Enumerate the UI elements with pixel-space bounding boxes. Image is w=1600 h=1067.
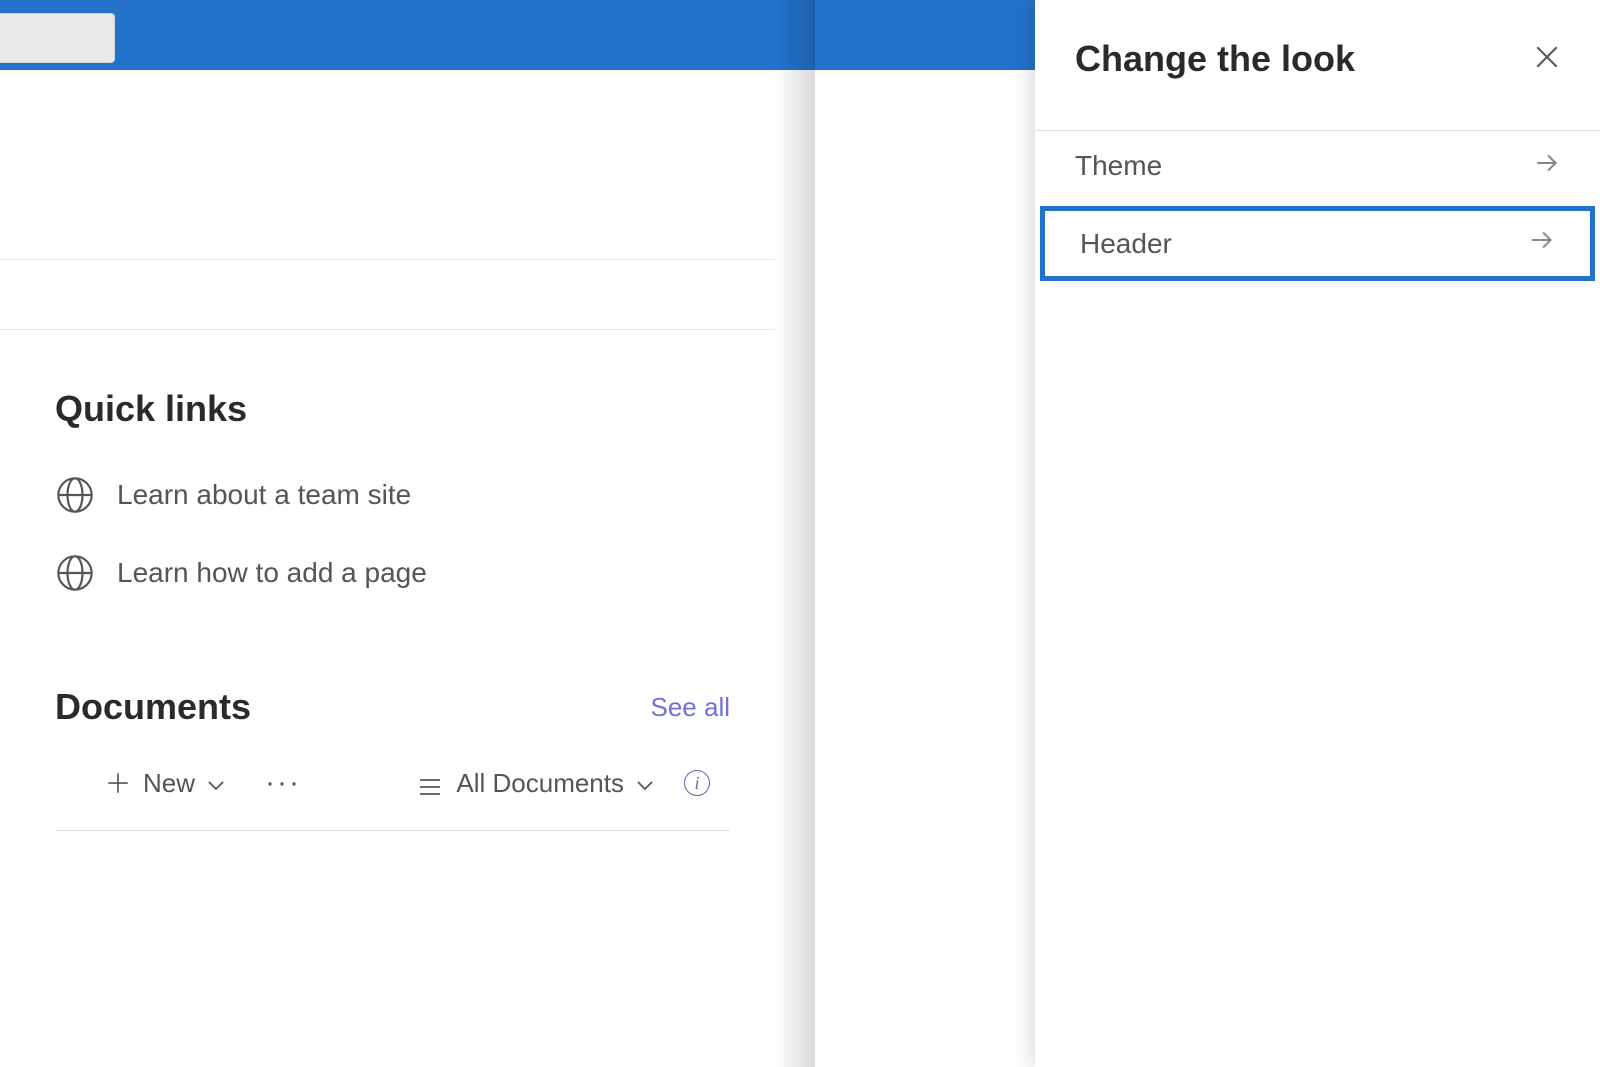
panel-item-theme[interactable]: Theme: [1035, 131, 1600, 201]
chevron-down-icon: [207, 768, 225, 799]
quick-link-learn-team-site[interactable]: Learn about a team site: [55, 475, 730, 515]
panel-item-header[interactable]: Header: [1040, 206, 1595, 281]
top-bar-input[interactable]: [0, 13, 115, 63]
globe-icon: [55, 475, 95, 515]
change-the-look-panel: Change the look Theme Header: [1035, 0, 1600, 1067]
spacer-region: [0, 260, 775, 330]
new-button[interactable]: New: [105, 768, 225, 799]
plus-icon: [105, 770, 131, 796]
close-icon: [1534, 57, 1560, 74]
main-content: Quick links Learn about a team site Lear…: [0, 70, 775, 1067]
chevron-down-icon: [636, 768, 654, 799]
panel-shadow: [775, 0, 815, 1067]
panel-title: Change the look: [1075, 38, 1355, 80]
documents-section: Documents See all New ···: [0, 631, 775, 831]
more-actions-button[interactable]: ···: [265, 766, 301, 800]
documents-title: Documents: [55, 686, 251, 728]
quick-link-add-page[interactable]: Learn how to add a page: [55, 553, 730, 593]
documents-toolbar: New ··· All D: [55, 766, 730, 831]
spacer-region: [0, 70, 775, 260]
panel-item-label: Theme: [1075, 150, 1162, 182]
panel-item-label: Header: [1080, 228, 1172, 260]
info-icon[interactable]: i: [684, 770, 710, 796]
arrow-right-icon: [1529, 227, 1555, 260]
close-button[interactable]: [1534, 44, 1560, 75]
new-label: New: [143, 768, 195, 799]
view-label: All Documents: [456, 768, 624, 799]
quick-links-section: Quick links Learn about a team site Lear…: [0, 330, 775, 593]
arrow-right-icon: [1534, 150, 1560, 183]
globe-icon: [55, 553, 95, 593]
quick-link-label: Learn how to add a page: [117, 557, 427, 589]
list-icon: [418, 773, 442, 793]
view-selector[interactable]: All Documents: [418, 768, 654, 799]
quick-links-title: Quick links: [55, 388, 730, 430]
see-all-link[interactable]: See all: [651, 692, 731, 723]
quick-link-label: Learn about a team site: [117, 479, 411, 511]
